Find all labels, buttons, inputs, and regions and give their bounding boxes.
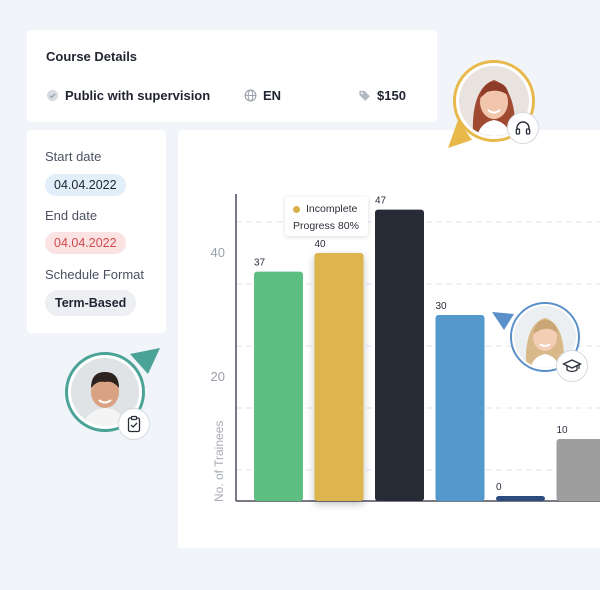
graduation-cap-icon xyxy=(562,359,582,373)
bar[interactable] xyxy=(556,439,600,501)
visibility-meta: Public with supervision xyxy=(46,88,244,103)
language-text: EN xyxy=(263,88,282,103)
bar-tooltip: Incomplete Progress 80% xyxy=(285,197,368,236)
course-details-title: Course Details xyxy=(46,49,138,64)
bar-value-label: 0 xyxy=(496,482,502,493)
price-meta: $150 xyxy=(358,88,406,103)
headphones-icon-badge xyxy=(507,112,539,144)
clipboard-check-icon xyxy=(127,415,141,433)
y-axis-label: No. of Trainees xyxy=(212,421,226,502)
language-meta: EN xyxy=(244,88,358,103)
start-date-badge: 04.04.2022 xyxy=(45,174,126,196)
schedule-format-label: Schedule Format xyxy=(45,267,144,282)
check-circle-icon xyxy=(46,89,59,102)
schedule-format-badge: Term-Based xyxy=(45,290,137,316)
bar[interactable] xyxy=(375,209,424,501)
visibility-text: Public with supervision xyxy=(65,88,211,103)
bar-value-label: 40 xyxy=(315,239,327,250)
start-date-label: Start date xyxy=(45,149,102,164)
bar-value-label: 37 xyxy=(254,258,266,269)
clipboard-icon-badge xyxy=(118,408,150,440)
status-dot-icon xyxy=(293,205,300,213)
end-date-badge: 04.04.2022 xyxy=(45,232,126,254)
bar[interactable] xyxy=(435,315,485,501)
bar-value-label: 47 xyxy=(375,196,387,207)
course-meta-row: Public with supervision EN $150 xyxy=(46,88,421,103)
tooltip-status: Incomplete xyxy=(306,203,358,215)
bar-value-label: 10 xyxy=(557,425,569,436)
tag-icon xyxy=(359,90,370,101)
end-date-label: End date xyxy=(45,208,98,223)
bar[interactable] xyxy=(254,271,303,501)
tooltip-progress: Progress 80% xyxy=(293,220,359,232)
graduation-icon-badge xyxy=(556,350,588,382)
globe-icon xyxy=(244,89,257,102)
price-text: $150 xyxy=(377,88,406,103)
course-details-card: Course Details Public with supervision E… xyxy=(27,30,437,122)
schedule-card: Start date 04.04.2022 End date 04.04.202… xyxy=(27,130,166,333)
bar[interactable] xyxy=(314,253,364,501)
headphones-icon xyxy=(515,121,531,135)
bar[interactable] xyxy=(496,496,545,501)
bar-value-label: 30 xyxy=(436,301,448,312)
y-tick-label: 20 xyxy=(211,369,225,384)
y-tick-label: 40 xyxy=(211,245,225,260)
